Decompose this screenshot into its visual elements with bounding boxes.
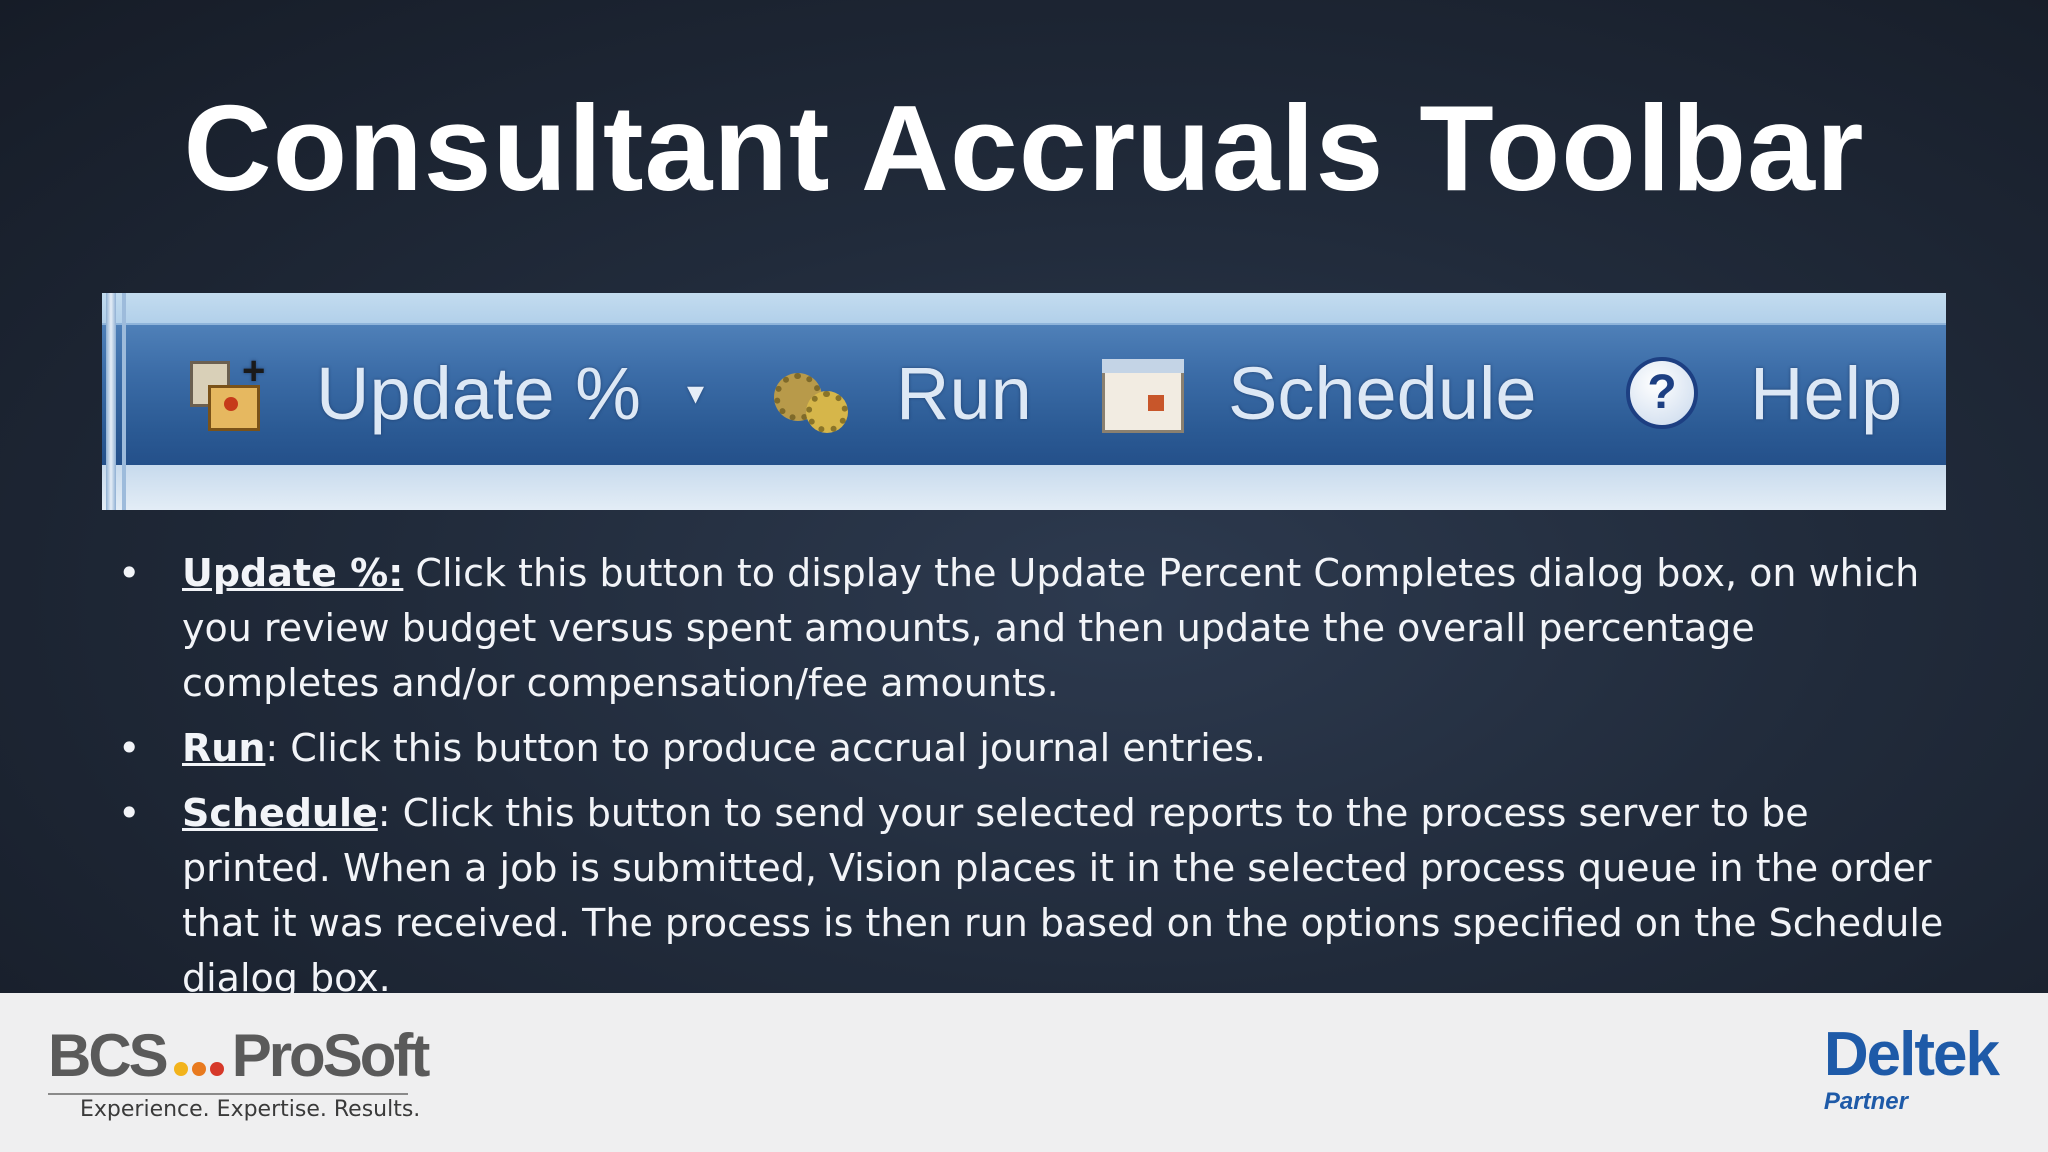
bullet-text: : Click this button to send your selecte… — [182, 791, 1944, 1000]
gears-icon — [766, 351, 850, 435]
footer: BCS ProSoft Experience. Expertise. Result… — [0, 993, 2048, 1152]
bullet-text: Click this button to display the Update … — [182, 551, 1920, 705]
slide-title: Consultant Accruals Toolbar — [183, 80, 1865, 216]
bcs-tagline: Experience. Expertise. Results. — [80, 1097, 421, 1122]
toolbar-bottom-strip — [102, 465, 1946, 510]
question-mark-icon: ? — [1620, 351, 1704, 435]
run-button[interactable]: Run — [766, 323, 1032, 463]
bullet-list: Update %: Click this button to display t… — [118, 546, 1958, 1016]
calendar-icon — [1098, 351, 1184, 435]
toolbar-top-strip — [102, 293, 1946, 323]
bcs-prosoft-logo: BCS ProSoft — [48, 1021, 431, 1091]
bullet-term: Run — [182, 726, 266, 770]
toolbar-screenshot: + Update % ▾ Run Schedule ? Help — [102, 293, 1946, 510]
bullet-schedule: Schedule: Click this button to send your… — [118, 786, 1958, 1006]
bullet-run: Run: Click this button to produce accrua… — [118, 721, 1958, 776]
schedule-label: Schedule — [1228, 351, 1537, 435]
deltek-partner-label: Partner — [1823, 1088, 1908, 1115]
toolbar-grip — [106, 293, 116, 510]
schedule-button[interactable]: Schedule — [1098, 323, 1537, 463]
bullet-term: Update %: — [182, 551, 404, 595]
slide: Consultant Accruals Toolbar + Update % ▾… — [0, 0, 2048, 1152]
toolbar-grip-line — [122, 293, 126, 510]
deltek-partner-logo: Deltek Partner — [1823, 1020, 2000, 1117]
help-label: Help — [1750, 351, 1903, 435]
deltek-name: Deltek — [1823, 1020, 2000, 1089]
bullet-text: : Click this button to produce accrual j… — [265, 726, 1267, 770]
bcs-logo-left: BCS — [48, 1022, 169, 1089]
bullet-term: Schedule — [182, 791, 378, 835]
update-percent-icon: + — [186, 351, 270, 435]
update-percent-label: Update % — [316, 351, 641, 435]
update-percent-button[interactable]: + Update % ▾ — [186, 323, 740, 463]
help-button[interactable]: ? Help — [1620, 323, 1902, 463]
slide-body: Consultant Accruals Toolbar + Update % ▾… — [0, 0, 2048, 1000]
run-label: Run — [896, 351, 1032, 435]
bcs-logo-right: ProSoft — [231, 1022, 431, 1089]
bullet-update: Update %: Click this button to display t… — [118, 546, 1958, 711]
logo-dots-icon — [172, 1021, 226, 1091]
chevron-down-icon[interactable]: ▾ — [687, 373, 704, 413]
